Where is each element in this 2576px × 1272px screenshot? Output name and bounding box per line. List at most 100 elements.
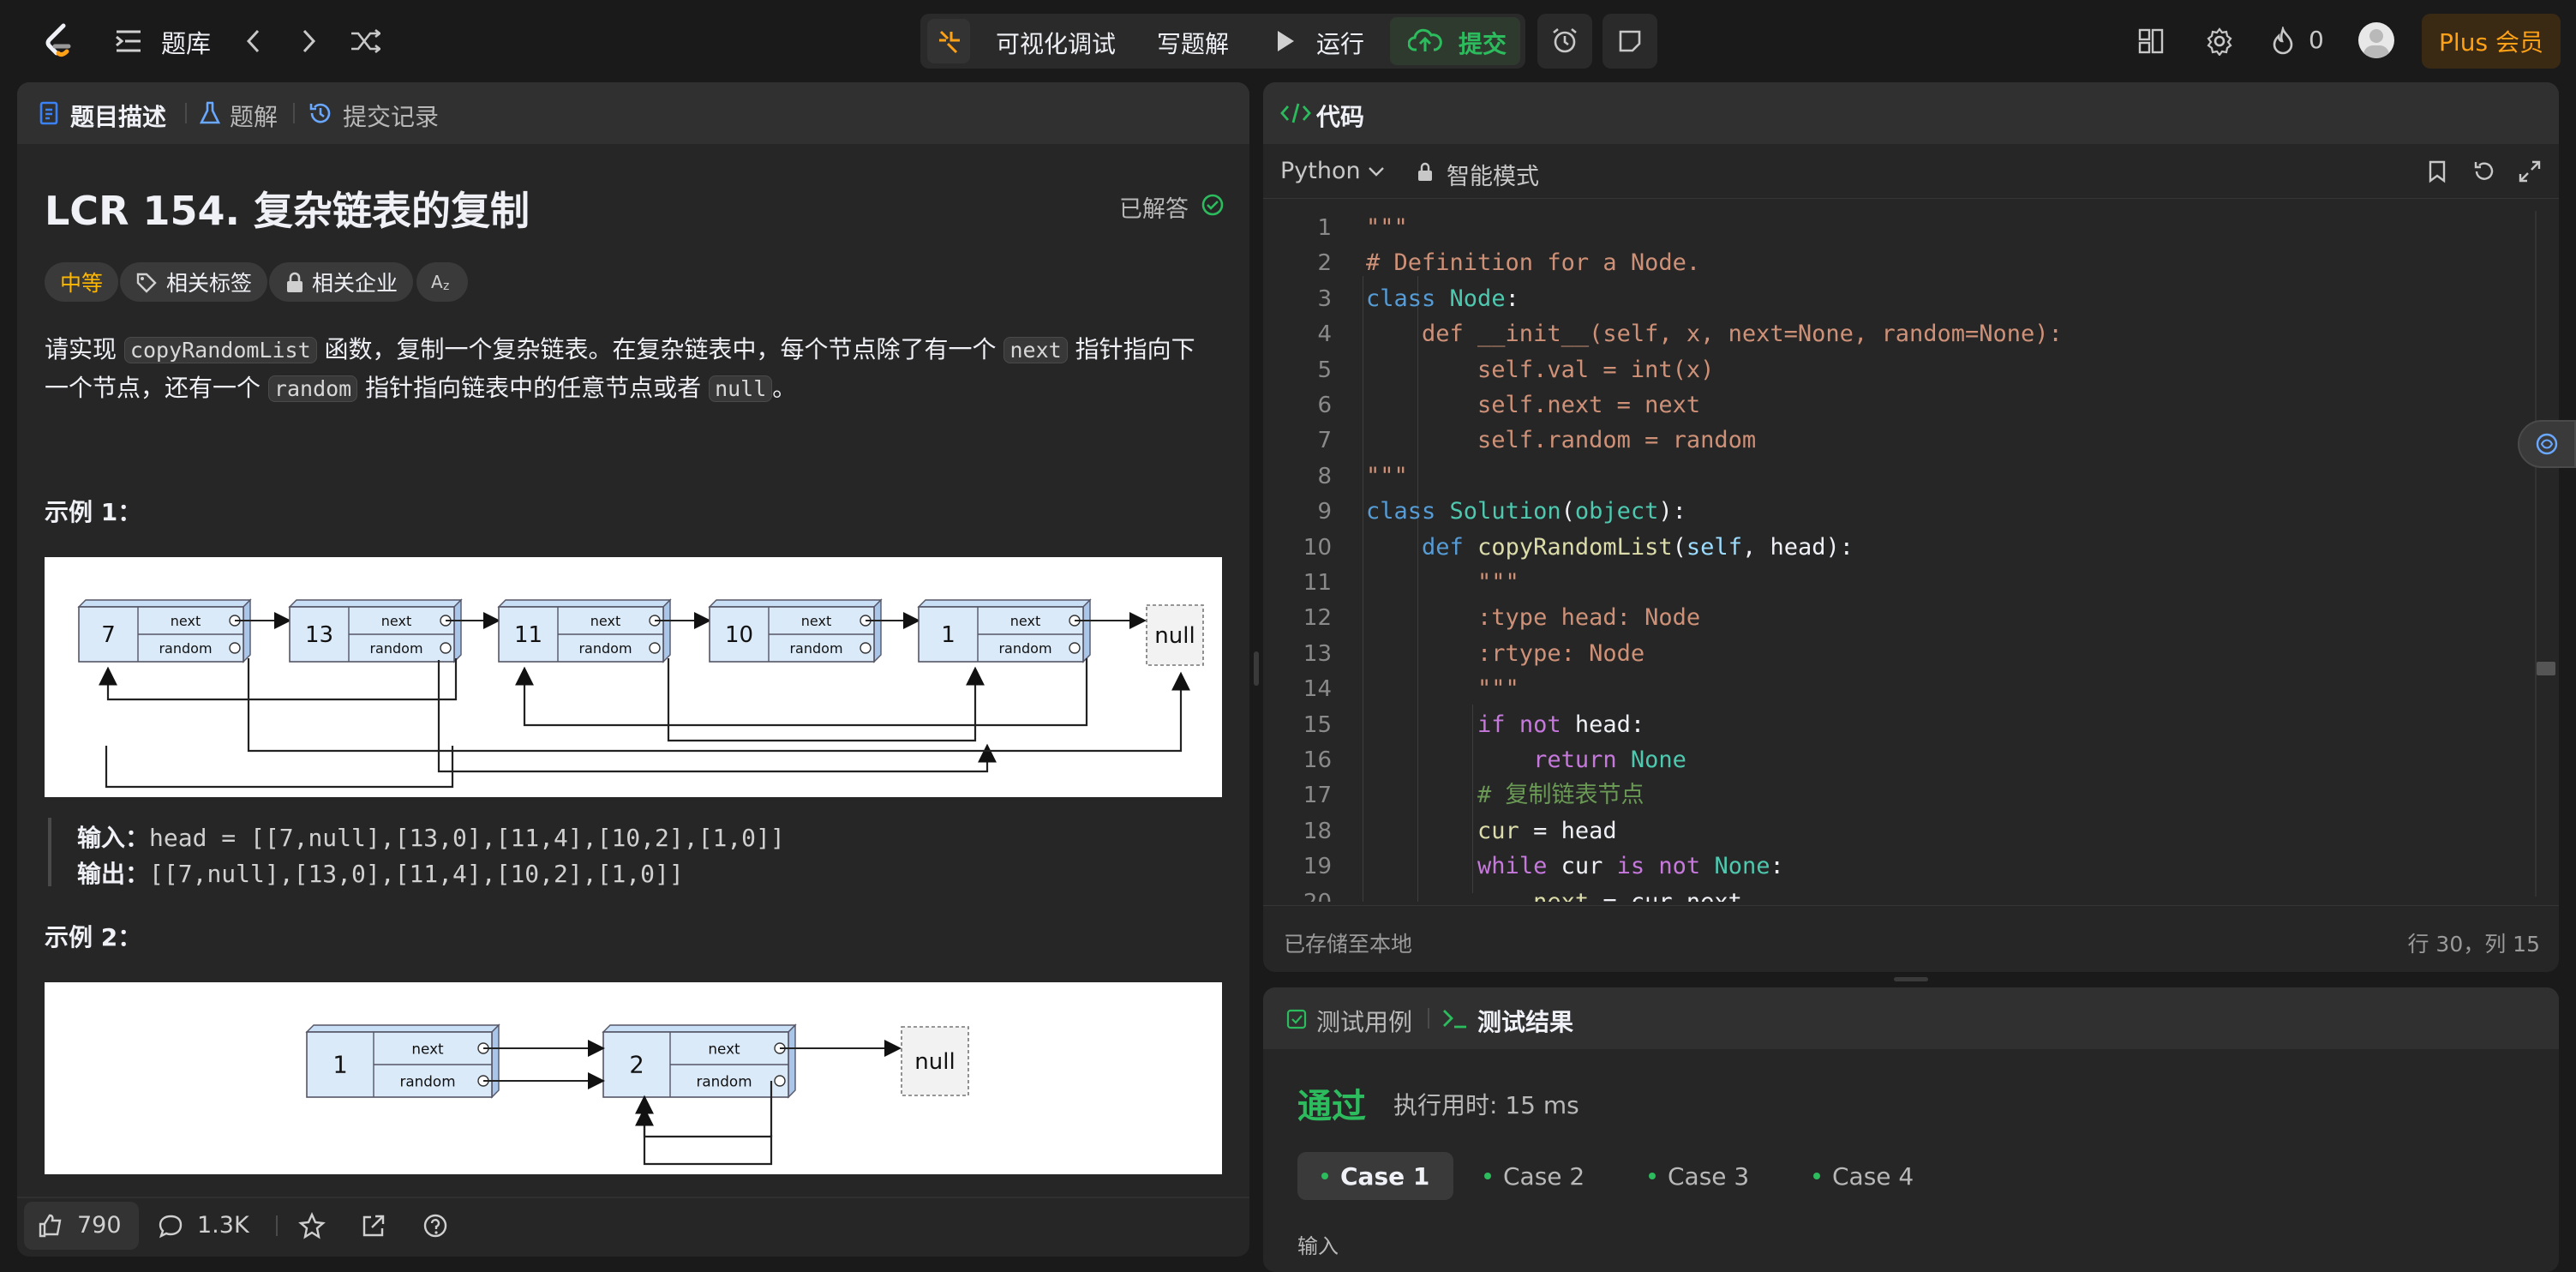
- problem-list-icon[interactable]: [113, 26, 144, 57]
- tab-solutions[interactable]: 题解: [230, 99, 278, 133]
- desc-text: 指针指向链表中的任意节点或者: [365, 374, 702, 402]
- code-editor[interactable]: 1234567891011121314151617181920 """# Def…: [1263, 207, 2559, 902]
- code-line[interactable]: next = cur.next: [1366, 885, 1742, 902]
- case-tab-4[interactable]: Case 4: [1789, 1152, 1938, 1200]
- lock-icon: [287, 272, 303, 292]
- debug-icon[interactable]: [927, 19, 970, 63]
- tab-test-cases[interactable]: 测试用例: [1316, 1004, 1412, 1038]
- node-value: 7: [101, 622, 116, 648]
- code-line[interactable]: # Definition for a Node.: [1366, 246, 1700, 280]
- plus-member-button[interactable]: Plus 会员: [2422, 14, 2561, 69]
- smart-mode-toggle[interactable]: 智能模式: [1447, 158, 1539, 191]
- desc-text: 。: [772, 374, 797, 402]
- code-line[interactable]: :rtype: Node: [1366, 637, 1644, 671]
- line-number: 17: [1303, 783, 1332, 809]
- note-icon[interactable]: [1603, 14, 1657, 69]
- line-number: 16: [1303, 747, 1332, 773]
- code-line[interactable]: self.random = random: [1366, 423, 1756, 458]
- problem-bank-link[interactable]: 题库: [161, 24, 211, 60]
- code-panel-header: [1263, 82, 2559, 144]
- code-line[interactable]: :type head: Node: [1366, 601, 1700, 635]
- code-line[interactable]: return None: [1366, 743, 1686, 777]
- description-doc-icon: [36, 99, 62, 127]
- pointer-dot: [440, 642, 452, 654]
- play-icon[interactable]: [1272, 26, 1299, 57]
- example2-heading: 示例 2：: [45, 923, 142, 951]
- tab-divider: [293, 103, 295, 123]
- problem-description: 请实现 copyRandomList 函数，复制一个复杂链表。在复杂链表中，每个…: [45, 331, 1210, 408]
- random-label: random: [399, 1072, 455, 1089]
- history-icon: [307, 99, 334, 127]
- help-icon[interactable]: [420, 1210, 451, 1241]
- settings-gear-icon[interactable]: [2202, 24, 2237, 58]
- write-solution-button[interactable]: 写题解: [1157, 26, 1229, 60]
- svg-text:z: z: [443, 279, 449, 293]
- code-line[interactable]: class Node:: [1366, 282, 1519, 316]
- code-line[interactable]: if not head:: [1366, 708, 1644, 742]
- star-icon[interactable]: [297, 1210, 327, 1241]
- code-line[interactable]: cur = head: [1366, 814, 1617, 849]
- list-node: 11 next random: [497, 598, 672, 663]
- language-selector[interactable]: Python: [1280, 158, 1361, 184]
- code-line[interactable]: # 复制链表节点: [1366, 778, 1644, 813]
- code-line[interactable]: class Solution(object):: [1366, 495, 1686, 529]
- code-line[interactable]: def copyRandomList(self, head):: [1366, 531, 1854, 565]
- list-node: 7 next random: [77, 598, 252, 663]
- horizontal-resize-handle[interactable]: [1894, 977, 1928, 981]
- leetcode-logo-icon[interactable]: [38, 21, 79, 62]
- share-icon[interactable]: [358, 1210, 389, 1241]
- case-tab-2[interactable]: Case 2: [1460, 1152, 1609, 1200]
- case-tab-1[interactable]: Case 1: [1297, 1152, 1454, 1200]
- node-value: 10: [725, 622, 753, 648]
- chevron-right-icon[interactable]: [291, 24, 326, 58]
- check-circle-icon: [1200, 192, 1225, 218]
- code-line[interactable]: """: [1366, 672, 1519, 706]
- code-line[interactable]: self.next = next: [1366, 388, 1700, 423]
- list-node: 10 next random: [708, 598, 883, 663]
- problem-title[interactable]: LCR 154. 复杂链表的复制: [45, 180, 530, 237]
- terminal-icon: [1440, 1006, 1471, 1030]
- case-tab-3[interactable]: Case 3: [1625, 1152, 1773, 1200]
- chevron-down-icon[interactable]: [1366, 163, 1387, 180]
- avatar[interactable]: [2358, 22, 2394, 58]
- visual-debug-button[interactable]: 可视化调试: [996, 26, 1116, 60]
- streak-count: 0: [2309, 26, 2324, 54]
- next-label: next: [171, 613, 201, 629]
- random-label: random: [578, 640, 632, 657]
- node-value: 2: [629, 1052, 644, 1078]
- code-tab-title: 代码: [1316, 103, 1365, 131]
- chevron-left-icon[interactable]: [237, 24, 271, 58]
- runtime-info: 执行用时: 15 ms: [1393, 1091, 1579, 1119]
- code-line[interactable]: """: [1366, 566, 1519, 600]
- editor-minimap-marker[interactable]: [2537, 662, 2555, 675]
- tab-description[interactable]: 题目描述: [70, 99, 166, 133]
- node-value: 1: [332, 1052, 347, 1078]
- bookmark-icon[interactable]: [2423, 158, 2451, 185]
- streak-flame-icon[interactable]: [2267, 24, 2298, 58]
- example1-heading: 示例 1：: [45, 498, 142, 526]
- code-line[interactable]: """: [1366, 211, 1408, 245]
- submit-label: 提交: [1459, 30, 1507, 58]
- expand-icon[interactable]: [2516, 158, 2543, 185]
- next-label: next: [381, 613, 411, 629]
- run-button[interactable]: 运行: [1316, 26, 1364, 60]
- output-label: 输出：: [77, 860, 150, 888]
- related-companies-button[interactable]: 相关企业: [269, 262, 414, 302]
- related-tags-button[interactable]: 相关标签: [120, 262, 268, 302]
- tab-submissions[interactable]: 提交记录: [343, 99, 439, 133]
- tab-test-results[interactable]: 测试结果: [1477, 1004, 1573, 1038]
- code-line[interactable]: while cur is not None:: [1366, 849, 1784, 884]
- reset-icon[interactable]: [2470, 158, 2497, 185]
- linked-list-nodes: 7 next random 13 next random 11 next random 10 nex…: [77, 598, 1204, 666]
- code-line[interactable]: self.val = int(x): [1366, 353, 1714, 387]
- translate-icon[interactable]: Az: [416, 262, 468, 302]
- code-line[interactable]: """: [1366, 459, 1408, 494]
- vertical-resize-handle[interactable]: [1254, 651, 1259, 686]
- layout-icon[interactable]: [2134, 24, 2168, 58]
- code-line[interactable]: def __init__(self, x, next=None, random=…: [1366, 317, 2063, 351]
- alarm-icon[interactable]: [1537, 14, 1592, 69]
- shuffle-icon[interactable]: [346, 24, 384, 58]
- example2-figure: 1 next random 2 next random null: [45, 982, 1222, 1174]
- comment-icon[interactable]: [156, 1212, 185, 1239]
- case-label: Case 4: [1832, 1161, 1914, 1191]
